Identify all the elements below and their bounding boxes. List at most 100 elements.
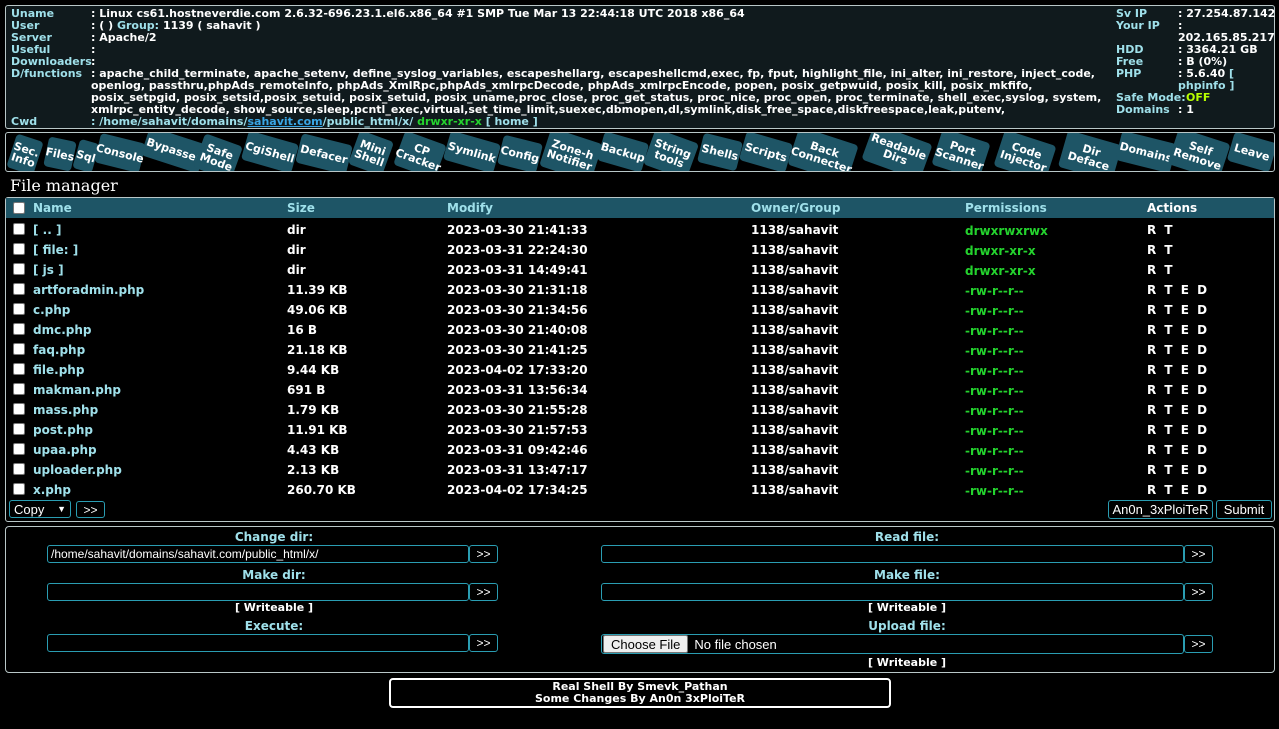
upload-file-input[interactable]: Choose File No file chosen bbox=[601, 634, 1184, 654]
file-name-link[interactable]: x.php bbox=[33, 483, 71, 497]
file-actions[interactable]: R T E D bbox=[1147, 303, 1209, 317]
row-checkbox[interactable] bbox=[13, 263, 25, 275]
file-name-link[interactable]: makman.php bbox=[33, 383, 121, 397]
tab-sec-info[interactable]: Sec. Info bbox=[6, 133, 44, 171]
file-actions[interactable]: R T E D bbox=[1147, 323, 1209, 337]
tab-cp-cracker[interactable]: CP Cracker bbox=[393, 133, 447, 171]
file-permissions[interactable]: -rw-r--r-- bbox=[965, 344, 1024, 358]
tab-scripts[interactable]: Scripts bbox=[738, 133, 794, 171]
file-permissions[interactable]: -rw-r--r-- bbox=[965, 324, 1024, 338]
file-name-link[interactable]: artforadmin.php bbox=[33, 283, 144, 297]
tab-code-injector[interactable]: Code Injector bbox=[993, 133, 1057, 171]
tab-dir-deface[interactable]: Dir Deface bbox=[1057, 133, 1123, 171]
file-actions[interactable]: R T E D bbox=[1147, 423, 1209, 437]
file-actions[interactable]: R T E D bbox=[1147, 483, 1209, 497]
author-button[interactable]: An0n_3xPloiTeR bbox=[1108, 500, 1213, 519]
tab-string-tools[interactable]: String tools bbox=[642, 133, 700, 171]
file-permissions[interactable]: -rw-r--r-- bbox=[965, 484, 1024, 498]
file-actions[interactable]: R T E D bbox=[1147, 283, 1209, 297]
file-actions[interactable]: R T bbox=[1147, 223, 1175, 237]
file-name-link[interactable]: c.php bbox=[33, 303, 70, 317]
tab-readable-dirs[interactable]: Readable Dirs bbox=[861, 133, 933, 171]
tab-domains[interactable]: Domains bbox=[1115, 133, 1177, 171]
row-checkbox[interactable] bbox=[13, 383, 25, 395]
file-actions[interactable]: R T E D bbox=[1147, 463, 1209, 477]
file-actions[interactable]: R T E D bbox=[1147, 363, 1209, 377]
tab-back-connecter[interactable]: Back Connecter bbox=[787, 133, 859, 171]
file-permissions[interactable]: -rw-r--r-- bbox=[965, 364, 1024, 378]
file-name-link[interactable]: dmc.php bbox=[33, 323, 92, 337]
tab-console[interactable]: Console bbox=[94, 133, 146, 171]
file-name-link[interactable]: faq.php bbox=[33, 343, 85, 357]
bulk-go-button[interactable]: >> bbox=[76, 501, 105, 518]
change-dir-go-button[interactable]: >> bbox=[469, 545, 498, 563]
file-actions[interactable]: R T E D bbox=[1147, 383, 1209, 397]
tab-shells[interactable]: Shells bbox=[696, 133, 744, 171]
file-name-link[interactable]: post.php bbox=[33, 423, 93, 437]
row-checkbox[interactable] bbox=[13, 243, 25, 255]
execute-go-button[interactable]: >> bbox=[469, 634, 498, 652]
file-name-link[interactable]: [ .. ] bbox=[33, 223, 61, 237]
file-permissions[interactable]: -rw-r--r-- bbox=[965, 304, 1024, 318]
tab-mini-shell[interactable]: Mini Shell bbox=[347, 133, 395, 171]
row-checkbox[interactable] bbox=[13, 423, 25, 435]
tab-defacer[interactable]: Defacer bbox=[295, 133, 353, 171]
upload-go-button[interactable]: >> bbox=[1184, 635, 1213, 653]
cwd-path-prefix[interactable]: : /home/sahavit/domains/ bbox=[91, 115, 248, 128]
cwd-path-domain[interactable]: sahavit.com bbox=[248, 115, 323, 128]
read-file-input[interactable] bbox=[601, 545, 1184, 563]
file-permissions[interactable]: drwxrwxrwx bbox=[965, 224, 1048, 238]
row-checkbox[interactable] bbox=[13, 463, 25, 475]
row-checkbox[interactable] bbox=[13, 223, 25, 235]
file-name-link[interactable]: uploader.php bbox=[33, 463, 122, 477]
make-file-go-button[interactable]: >> bbox=[1184, 583, 1213, 601]
tab-symlink[interactable]: Symlink bbox=[442, 133, 502, 171]
file-actions[interactable]: R T E D bbox=[1147, 343, 1209, 357]
file-actions[interactable]: R T E D bbox=[1147, 403, 1209, 417]
file-permissions[interactable]: -rw-r--r-- bbox=[965, 444, 1024, 458]
row-checkbox[interactable] bbox=[13, 403, 25, 415]
tab-backup[interactable]: Backup bbox=[596, 133, 650, 171]
read-file-go-button[interactable]: >> bbox=[1184, 545, 1213, 563]
file-name-link[interactable]: [ file: ] bbox=[33, 243, 78, 257]
tab-port-scanner[interactable]: Port Scanner bbox=[931, 133, 991, 171]
file-permissions[interactable]: -rw-r--r-- bbox=[965, 384, 1024, 398]
row-checkbox[interactable] bbox=[13, 483, 25, 495]
file-actions[interactable]: R T bbox=[1147, 263, 1175, 277]
make-file-input[interactable] bbox=[601, 583, 1184, 601]
tab-self-remove[interactable]: Self Remove bbox=[1167, 133, 1231, 171]
file-name-link[interactable]: upaa.php bbox=[33, 443, 97, 457]
home-link[interactable]: [ home ] bbox=[486, 115, 538, 128]
file-permissions[interactable]: -rw-r--r-- bbox=[965, 404, 1024, 418]
execute-input[interactable] bbox=[47, 634, 469, 652]
row-checkbox[interactable] bbox=[13, 343, 25, 355]
file-permissions[interactable]: -rw-r--r-- bbox=[965, 284, 1024, 298]
submit-button[interactable]: Submit bbox=[1216, 500, 1272, 519]
file-name-link[interactable]: [ js ] bbox=[33, 263, 64, 277]
file-name-link[interactable]: mass.php bbox=[33, 403, 98, 417]
make-dir-go-button[interactable]: >> bbox=[469, 583, 498, 601]
tab-cgishell[interactable]: CgiShell bbox=[240, 133, 300, 171]
column-name[interactable]: Name bbox=[33, 201, 72, 215]
file-actions[interactable]: R T E D bbox=[1147, 443, 1209, 457]
change-dir-input[interactable]: /home/sahavit/domains/sahavit.com/public… bbox=[47, 545, 469, 563]
cwd-path-suffix[interactable]: /public_html/x/ bbox=[323, 115, 414, 128]
bulk-action-select[interactable]: Copy ▼ bbox=[9, 500, 71, 518]
file-actions[interactable]: R T bbox=[1147, 243, 1175, 257]
make-dir-input[interactable] bbox=[47, 583, 469, 601]
row-checkbox[interactable] bbox=[13, 443, 25, 455]
select-all-checkbox[interactable] bbox=[13, 202, 25, 214]
tab-config[interactable]: Config bbox=[496, 134, 544, 171]
row-checkbox[interactable] bbox=[13, 283, 25, 295]
file-permissions[interactable]: drwxr-xr-x bbox=[965, 244, 1036, 258]
row-checkbox[interactable] bbox=[13, 303, 25, 315]
file-permissions[interactable]: -rw-r--r-- bbox=[965, 464, 1024, 478]
tab-files[interactable]: Files bbox=[43, 136, 77, 171]
file-name-link[interactable]: file.php bbox=[33, 363, 84, 377]
tab-leave[interactable]: Leave bbox=[1226, 133, 1274, 171]
row-checkbox[interactable] bbox=[13, 363, 25, 375]
tab-safe-mode[interactable]: Safe Mode bbox=[193, 133, 243, 171]
tab-zone-h-notifier[interactable]: Zone-h Notifier bbox=[539, 133, 603, 171]
row-checkbox[interactable] bbox=[13, 323, 25, 335]
file-permissions[interactable]: -rw-r--r-- bbox=[965, 424, 1024, 438]
